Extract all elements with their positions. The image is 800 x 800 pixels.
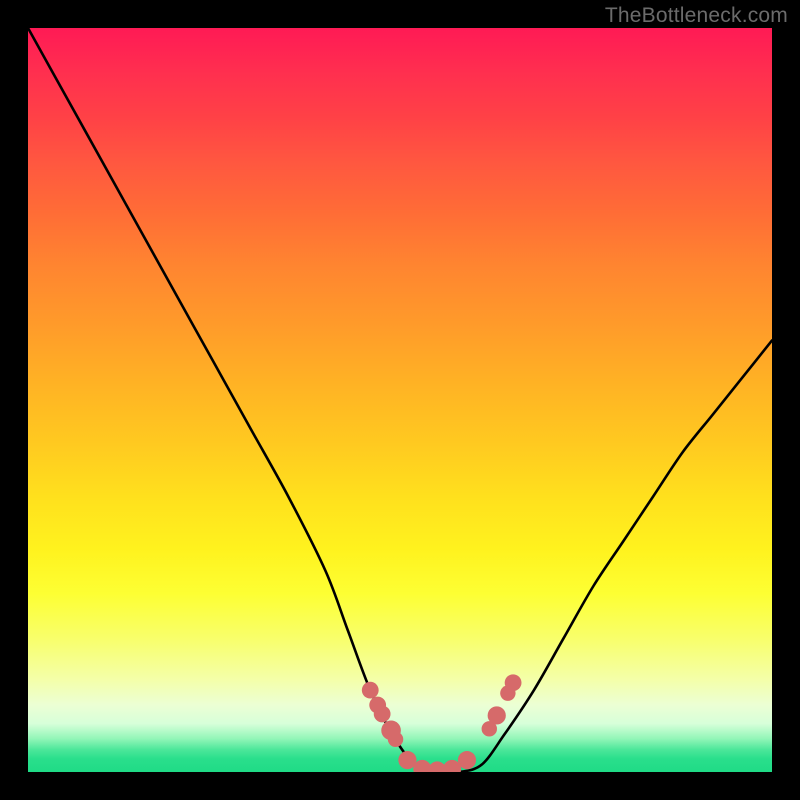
plot-area — [28, 28, 772, 772]
curve-marker — [505, 674, 522, 691]
curve-marker — [374, 706, 391, 723]
watermark-text: TheBottleneck.com — [605, 4, 788, 28]
chart-svg — [28, 28, 772, 772]
curve-marker — [362, 682, 379, 699]
curve-marker — [458, 751, 476, 769]
bottleneck-curve — [28, 28, 772, 772]
curve-markers — [362, 674, 522, 772]
outer-frame: TheBottleneck.com — [0, 0, 800, 800]
curve-marker — [488, 706, 506, 724]
curve-marker — [388, 732, 403, 747]
